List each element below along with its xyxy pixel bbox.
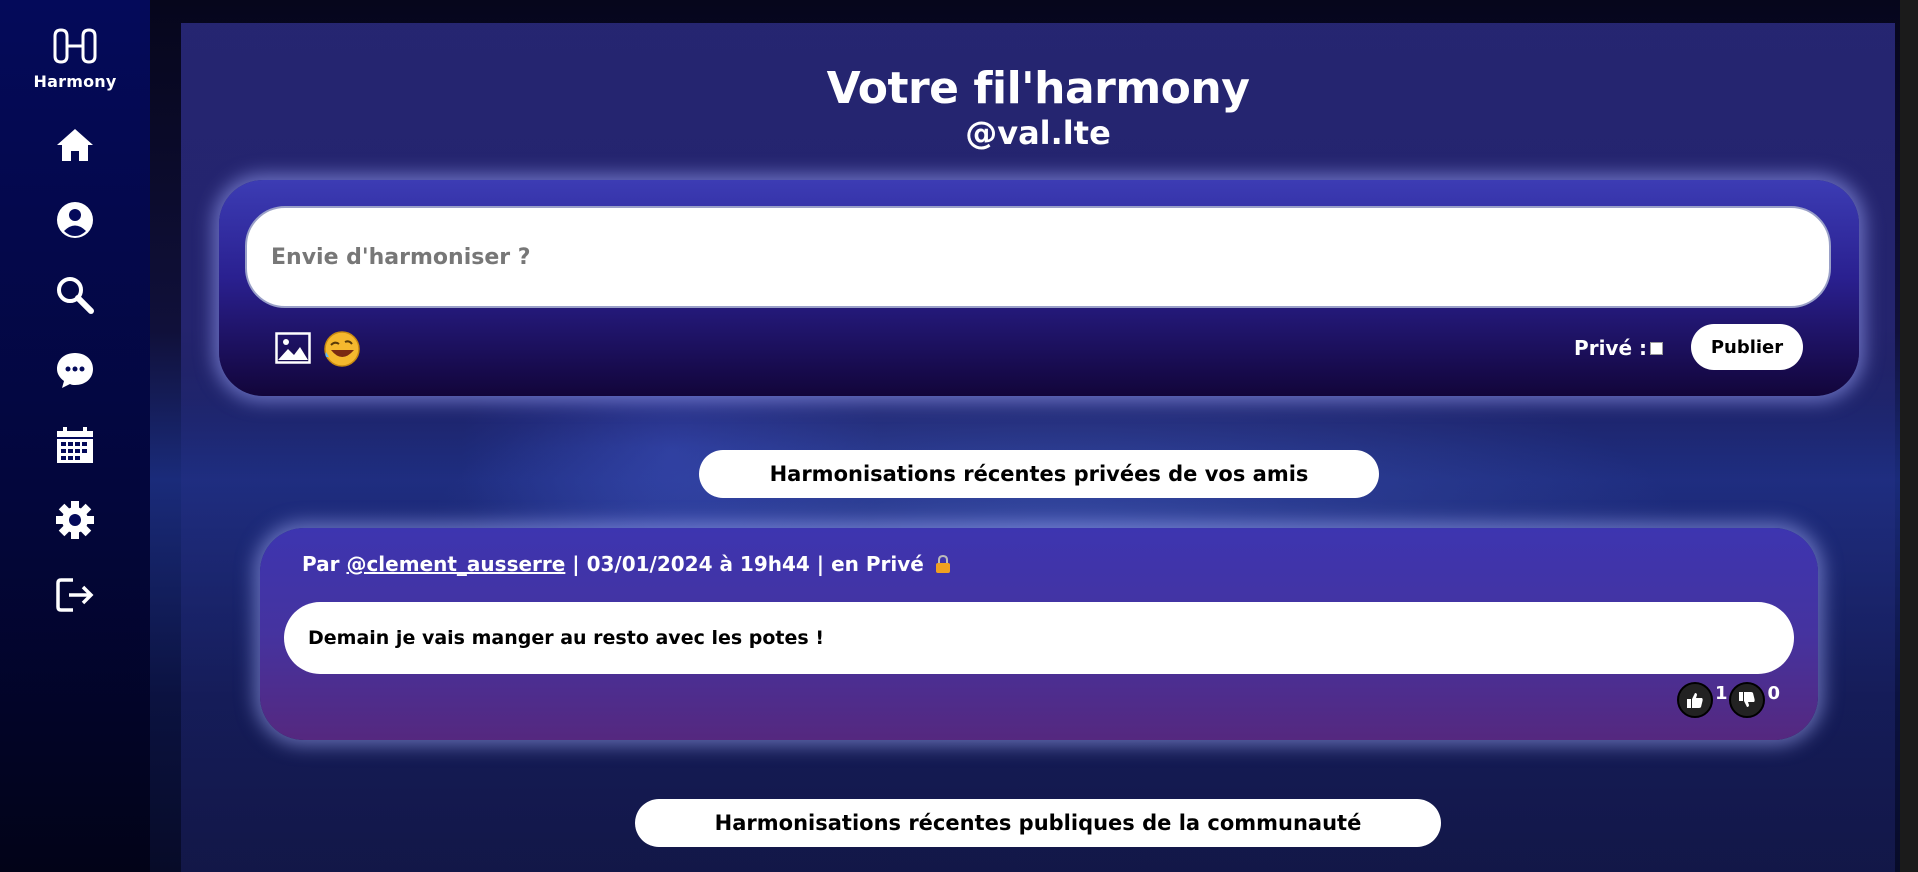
sidebar-item-home[interactable] xyxy=(53,123,97,167)
emoji-picker-icon[interactable] xyxy=(323,330,361,368)
chat-icon xyxy=(57,353,93,388)
scrollbar[interactable] xyxy=(1900,0,1918,872)
sidebar-item-messages[interactable] xyxy=(53,348,97,392)
post-card: Par @clement_ausserre | 03/01/2024 à 19h… xyxy=(260,528,1818,740)
private-label: Privé : xyxy=(1574,336,1647,360)
calendar-icon xyxy=(57,427,93,463)
private-feed-heading: Harmonisations récentes privées de vos a… xyxy=(699,450,1379,498)
lock-icon xyxy=(935,554,950,573)
private-toggle[interactable]: Privé : xyxy=(1574,336,1663,360)
like-button[interactable] xyxy=(1676,682,1713,718)
sidebar-item-calendar[interactable] xyxy=(53,423,97,467)
sidebar: Harmony xyxy=(0,0,150,872)
publish-button[interactable]: Publier xyxy=(1691,324,1803,370)
post-meta: Par @clement_ausserre | 03/01/2024 à 19h… xyxy=(302,552,951,576)
dislike-count: 0 xyxy=(1767,683,1780,704)
sidebar-item-logout[interactable] xyxy=(53,573,97,617)
app-name: Harmony xyxy=(33,72,117,91)
app-logo[interactable]: Harmony xyxy=(34,26,117,91)
sidebar-item-search[interactable] xyxy=(53,273,97,317)
post-composer: Privé : Publier xyxy=(219,180,1859,396)
post-reactions: 1 0 xyxy=(1676,682,1782,718)
dislike-button[interactable] xyxy=(1729,682,1766,718)
post-prefix: Par xyxy=(302,552,347,576)
logout-icon xyxy=(56,578,94,612)
post-input[interactable] xyxy=(245,206,1831,308)
page-title: Votre fil'harmony xyxy=(826,63,1250,114)
profile-icon xyxy=(57,202,93,238)
thumbs-up-icon xyxy=(1686,693,1703,708)
user-handle: @val.lte xyxy=(965,114,1111,152)
feed-panel: Votre fil'harmony @val.lte Privé : Publi… xyxy=(181,23,1895,872)
search-icon xyxy=(57,277,94,314)
home-icon xyxy=(57,129,93,161)
public-feed-heading: Harmonisations récentes publiques de la … xyxy=(635,799,1441,847)
post-date-visibility: | 03/01/2024 à 19h44 | en Privé xyxy=(565,552,924,576)
harmony-logo-icon xyxy=(53,28,97,64)
post-author-link[interactable]: @clement_ausserre xyxy=(346,552,565,576)
post-content: Demain je vais manger au resto avec les … xyxy=(284,602,1794,674)
gear-icon xyxy=(56,501,94,539)
thumbs-down-icon xyxy=(1739,692,1756,707)
private-checkbox[interactable] xyxy=(1650,341,1663,355)
sidebar-item-settings[interactable] xyxy=(53,498,97,542)
sidebar-item-profile[interactable] xyxy=(53,198,97,242)
image-upload-icon[interactable] xyxy=(275,332,311,364)
like-count: 1 xyxy=(1714,683,1728,704)
